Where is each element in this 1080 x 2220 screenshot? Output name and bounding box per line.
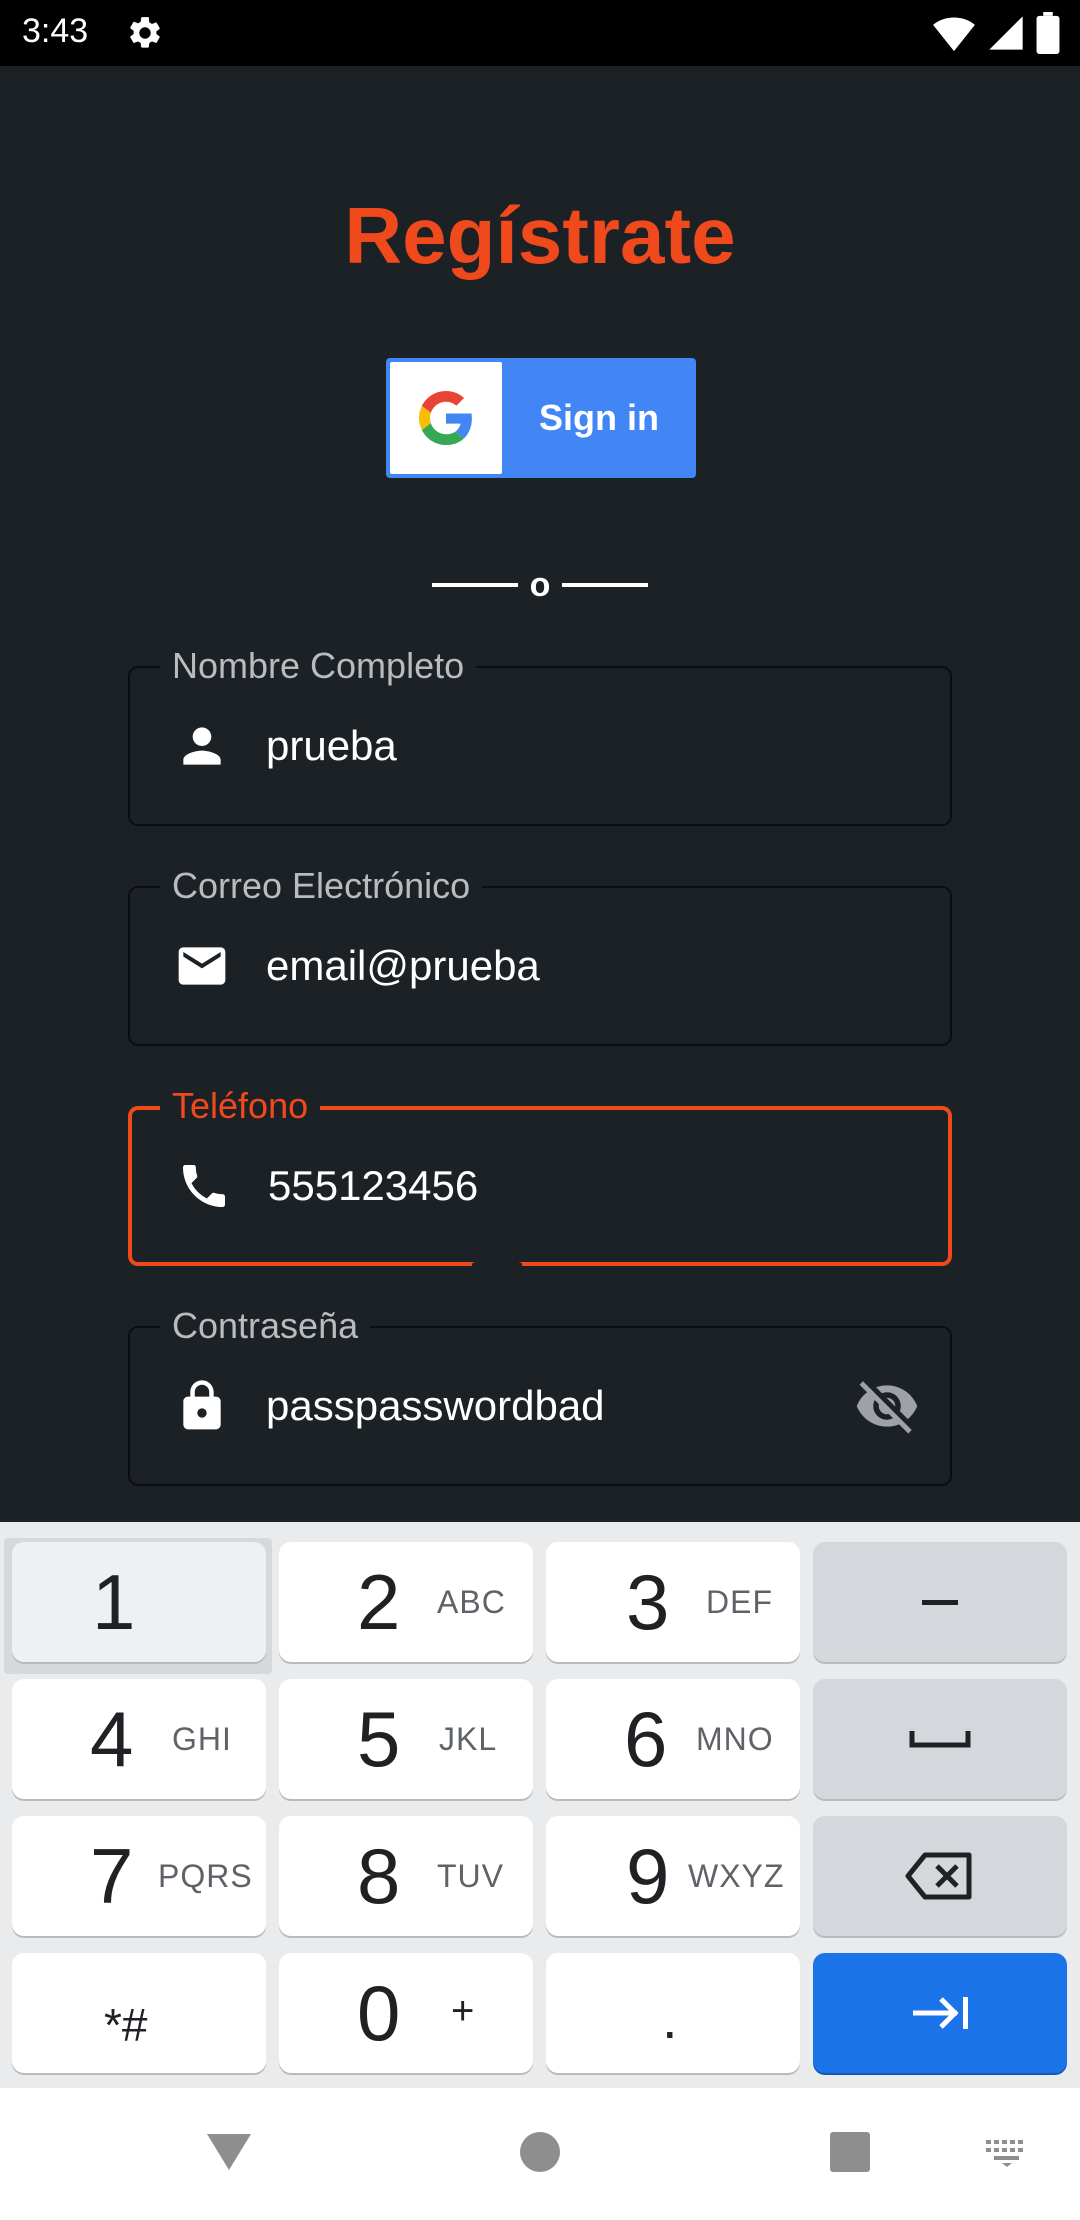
key-4[interactable]: 4 GHI — [12, 1679, 266, 1799]
key-2-digit: 2 — [357, 1558, 401, 1646]
key-space[interactable] — [813, 1679, 1067, 1799]
key-8[interactable]: 8 TUV — [279, 1816, 533, 1936]
person-icon — [183, 727, 221, 765]
google-logo-container — [390, 362, 502, 474]
key-6[interactable]: 6 MNO — [546, 1679, 800, 1799]
key-8-digit: 8 — [357, 1832, 401, 1920]
signal-icon — [989, 16, 1023, 50]
key-4-letters: GHI — [172, 1721, 232, 1757]
email-field[interactable]: Correo Electrónico email@prueba — [128, 866, 952, 1046]
phone-icon — [183, 1165, 225, 1207]
backspace-icon — [905, 1852, 972, 1900]
numeric-keyboard: 1 2 ABC 3 DEF 4 GHI 5 JKL 6 MNO 7 PQRS 8… — [0, 1522, 1080, 2088]
full-name-field[interactable]: Nombre Completo prueba — [128, 646, 952, 826]
keyboard-icon[interactable] — [984, 2138, 1030, 2168]
password-input[interactable]: passpasswordbad — [266, 1382, 605, 1430]
visibility-off-icon[interactable] — [854, 1373, 920, 1439]
battery-icon — [1036, 12, 1060, 54]
status-time: 3:43 — [22, 12, 89, 50]
recents-icon[interactable] — [828, 2128, 872, 2172]
gear-icon — [130, 17, 160, 48]
email-input[interactable]: email@prueba — [266, 942, 540, 990]
key-6-letters: MNO — [696, 1721, 774, 1757]
key-star-hash-label: *# — [104, 1999, 148, 2051]
key-0-plus: + — [451, 1989, 476, 2033]
key-1[interactable]: 1 — [12, 1542, 266, 1662]
key-9-digit: 9 — [626, 1832, 670, 1920]
full-name-label: Nombre Completo — [160, 646, 477, 686]
back-icon[interactable] — [206, 2128, 252, 2174]
divider-line-right — [562, 583, 649, 587]
key-9[interactable]: 9 WXYZ — [546, 1816, 800, 1936]
email-label: Correo Electrónico — [160, 866, 483, 906]
full-name-input[interactable]: prueba — [266, 722, 397, 770]
key-9-letters: WXYZ — [688, 1858, 785, 1894]
lock-icon — [183, 1380, 221, 1430]
key-3[interactable]: 3 DEF — [546, 1542, 800, 1662]
key-7-letters: PQRS — [158, 1858, 253, 1894]
key-period-label: . — [662, 1987, 678, 2050]
minus-icon — [922, 1600, 958, 1605]
text-cursor-handle[interactable] — [472, 1260, 522, 1268]
key-backspace[interactable] — [813, 1816, 1067, 1936]
divider-line-left — [431, 583, 518, 587]
divider-text: o — [529, 566, 551, 604]
google-sign-in-label: Sign in — [539, 397, 659, 438]
space-icon — [909, 1731, 971, 1748]
key-minus[interactable] — [813, 1542, 1067, 1662]
key-0[interactable]: 0 + — [279, 1953, 533, 2073]
password-field[interactable]: Contraseña passpasswordbad — [128, 1306, 952, 1486]
key-3-digit: 3 — [626, 1558, 670, 1646]
page-title: Regístrate — [344, 191, 736, 280]
key-4-digit: 4 — [90, 1695, 134, 1783]
phone-input[interactable]: 555123456 — [268, 1162, 478, 1210]
google-sign-in-button[interactable]: Sign in — [386, 358, 696, 478]
key-6-digit: 6 — [624, 1695, 668, 1783]
key-5[interactable]: 5 JKL — [279, 1679, 533, 1799]
key-2-letters: ABC — [437, 1584, 506, 1620]
key-1-digit: 1 — [92, 1558, 136, 1646]
key-7-digit: 7 — [90, 1832, 134, 1920]
key-3-letters: DEF — [706, 1584, 773, 1620]
key-5-digit: 5 — [357, 1695, 401, 1783]
mail-icon — [178, 947, 226, 985]
key-0-digit: 0 — [357, 1969, 401, 2057]
password-label: Contraseña — [160, 1306, 371, 1346]
status-bar: 3:43 — [0, 0, 1080, 66]
home-icon[interactable] — [518, 2128, 562, 2172]
phone-label: Teléfono — [160, 1086, 321, 1126]
key-5-letters: JKL — [439, 1721, 498, 1757]
key-2[interactable]: 2 ABC — [279, 1542, 533, 1662]
key-star-hash[interactable]: *# — [12, 1953, 266, 2073]
or-divider: o — [0, 568, 1080, 602]
key-next[interactable] — [813, 1953, 1067, 2073]
google-logo-icon — [419, 391, 472, 445]
phone-field[interactable]: Teléfono 555123456 — [128, 1086, 952, 1268]
next-field-icon — [913, 1997, 968, 2029]
system-nav-bar — [0, 2088, 1080, 2220]
wifi-icon — [933, 17, 975, 52]
key-8-letters: TUV — [437, 1858, 504, 1894]
key-period[interactable]: . — [546, 1953, 800, 2073]
key-7[interactable]: 7 PQRS — [12, 1816, 266, 1936]
